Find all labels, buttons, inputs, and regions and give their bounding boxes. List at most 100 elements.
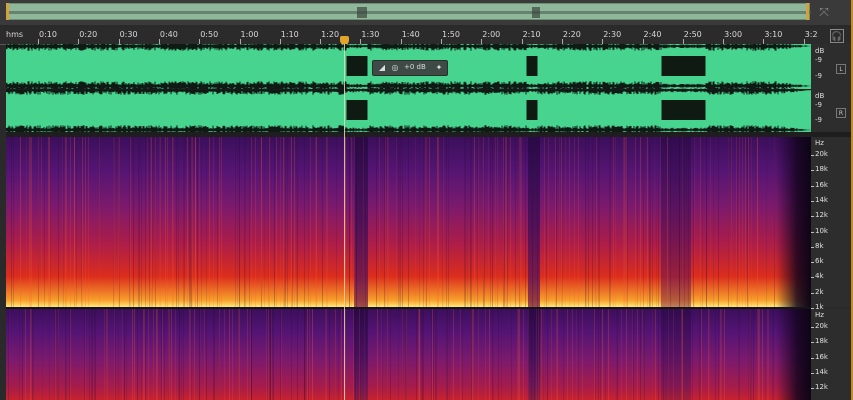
spectral-streak <box>489 309 490 400</box>
ruler-time-label: 3:00 <box>724 30 743 39</box>
spectral-streak <box>437 137 438 307</box>
spectral-streak <box>757 309 758 400</box>
spectral-streak <box>504 137 505 307</box>
spectral-streak <box>515 137 516 307</box>
spectral-streak <box>415 137 416 307</box>
waveform-display[interactable] <box>6 44 811 132</box>
spectral-streak <box>519 137 520 307</box>
spectral-streak <box>658 137 659 307</box>
overview-left-handle[interactable] <box>6 3 9 20</box>
volume-knob-icon[interactable]: ◎ <box>390 63 400 73</box>
spectral-streak <box>189 309 190 400</box>
spectral-streak <box>274 137 275 307</box>
spectral-streak <box>670 137 671 307</box>
spectral-streak <box>338 309 339 400</box>
spectral-streak <box>497 137 498 307</box>
spectral-streak <box>118 137 119 307</box>
spectral-streak <box>488 137 489 307</box>
spectral-streak <box>49 137 50 307</box>
hz-tick <box>811 372 814 374</box>
spectral-streak <box>250 309 251 400</box>
playhead-line[interactable] <box>344 44 345 400</box>
spectral-streak <box>145 309 146 400</box>
spectral-streak <box>33 309 34 400</box>
spectral-streak <box>673 309 674 400</box>
spectral-streak <box>195 137 196 307</box>
channel-right-toggle[interactable]: R <box>836 108 846 118</box>
heads-up-display[interactable]: ◢ ◎ +0 dB ✦ <box>372 60 448 76</box>
spectral-streak <box>518 309 519 400</box>
hz-tick <box>811 327 814 328</box>
ruler-time-label: 0:30 <box>119 30 138 39</box>
spectral-streak <box>285 137 286 307</box>
spectral-streak <box>402 309 403 400</box>
spectral-streak <box>139 137 140 307</box>
spectral-streak <box>742 137 743 307</box>
spectral-streak <box>307 309 308 400</box>
headphones-icon[interactable]: 🎧 <box>830 29 844 43</box>
channel-left-toggle[interactable]: L <box>836 64 846 74</box>
spectral-streak <box>565 137 566 307</box>
spectral-streak <box>501 309 502 400</box>
spectral-streak <box>637 309 638 400</box>
spectral-streak <box>718 309 719 400</box>
pin-icon[interactable]: ✦ <box>434 63 444 73</box>
spectral-streak <box>44 137 45 307</box>
spectral-streak <box>543 309 544 400</box>
spectral-streak <box>113 137 114 307</box>
spectral-streak <box>720 309 721 400</box>
spectral-streak <box>70 137 71 307</box>
spectral-streak <box>42 309 43 400</box>
spectral-streak <box>217 137 218 307</box>
ruler-time-label: 0:50 <box>200 30 219 39</box>
spectral-streak <box>49 309 50 400</box>
spectral-streak <box>586 137 587 307</box>
ruler-time-label: 1:30 <box>361 30 380 39</box>
spectral-streak <box>365 137 366 307</box>
spectral-streak <box>200 309 201 400</box>
zoom-navigator-icon[interactable]: ⤧ <box>816 4 832 20</box>
spectral-streak <box>137 309 138 400</box>
spectral-streak <box>731 137 732 307</box>
overview-waveform[interactable] <box>6 3 811 20</box>
spectral-streak <box>269 309 270 400</box>
hz-unit-label: Hz <box>815 139 824 147</box>
hud-gain-value[interactable]: +0 dB <box>404 63 426 71</box>
spectral-streak <box>772 309 773 400</box>
spectral-display-right[interactable] <box>6 309 811 400</box>
spectral-streak <box>153 309 154 400</box>
amp-label: -9 <box>815 116 822 124</box>
ruler-time-label: 2:30 <box>603 30 622 39</box>
hz-tick <box>811 216 814 218</box>
time-ruler[interactable]: hms 0:10 0:20 0:30 0:40 0:50 1:00 1:10 1:20 1:30… <box>0 28 853 45</box>
spectral-streak <box>183 137 184 307</box>
spectral-streak <box>572 309 573 400</box>
spectral-streak <box>192 137 193 307</box>
amp-label: dB <box>815 92 825 100</box>
spectral-streak <box>443 137 444 307</box>
spectral-streak <box>65 137 66 307</box>
spectral-streak <box>423 309 424 400</box>
spectral-streak <box>598 309 599 400</box>
spectral-display-left[interactable] <box>6 137 811 307</box>
spectral-streak <box>551 309 552 400</box>
spectral-streak <box>129 137 130 307</box>
spectral-streak <box>8 309 9 400</box>
spectral-streak <box>442 137 443 307</box>
spectral-streak <box>304 137 305 307</box>
overview-right-handle[interactable] <box>806 3 809 20</box>
spectral-streak <box>287 137 288 307</box>
spectral-streak <box>426 137 427 307</box>
hud-menu-icon[interactable]: ◢ <box>377 63 387 73</box>
spectral-streak <box>206 309 207 400</box>
spectral-streak <box>156 309 157 400</box>
spectral-streak <box>600 309 601 400</box>
spectral-streak <box>58 309 59 400</box>
spectral-streak <box>709 309 710 400</box>
spectral-streak <box>470 137 471 307</box>
spectral-streak <box>718 137 719 307</box>
spectral-streak <box>99 137 100 307</box>
ruler-time-label: 2:00 <box>482 30 501 39</box>
spectral-streak <box>644 309 645 400</box>
spectral-streak <box>713 137 714 307</box>
